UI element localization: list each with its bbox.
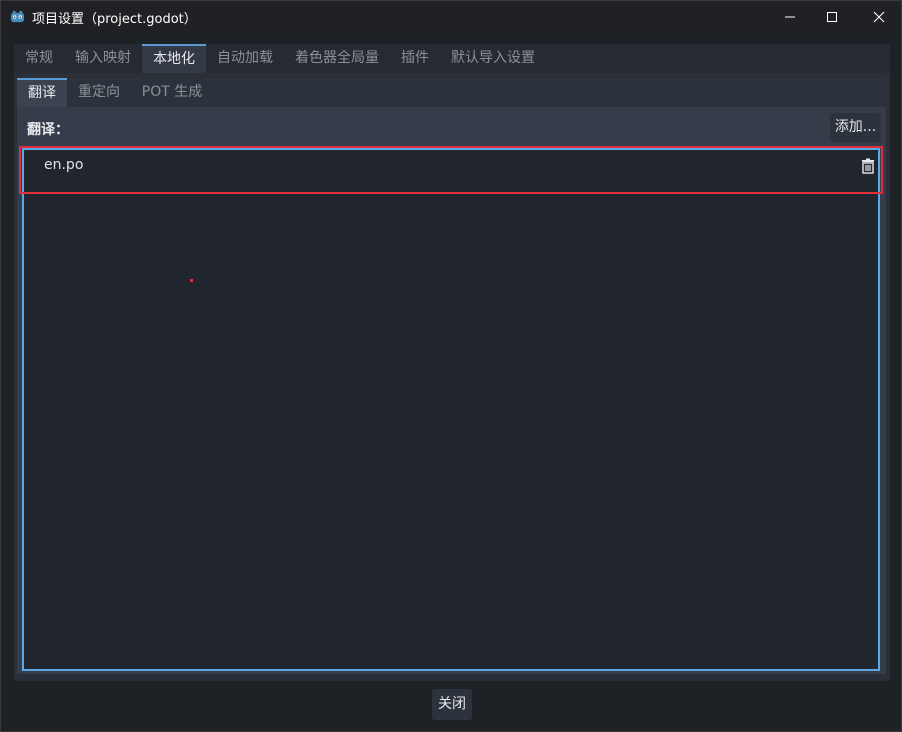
minimize-button[interactable]: [767, 1, 813, 33]
tab-plugins[interactable]: 插件: [390, 44, 440, 73]
main-tab-bar: 常规 输入映射 本地化 自动加载 着色器全局量 插件 默认导入设置: [14, 44, 890, 73]
tab-shader-globals[interactable]: 着色器全局量: [284, 44, 390, 73]
tab-autoload[interactable]: 自动加载: [206, 44, 284, 73]
close-window-button[interactable]: [856, 1, 902, 33]
translations-header: 翻译： 添加...: [17, 111, 886, 144]
localization-subtab-bar: 翻译 重定向 POT 生成: [17, 78, 886, 107]
close-button[interactable]: 关闭: [432, 689, 472, 720]
trash-icon[interactable]: [860, 158, 876, 174]
translations-label: 翻译：: [27, 122, 69, 138]
tab-localization[interactable]: 本地化: [142, 44, 206, 73]
localization-content: 翻译 重定向 POT 生成 翻译： 添加... en.po: [17, 78, 886, 674]
project-settings-window: 项目设置（project.godot） 常规 输入映射 本地化 自动加载 着色器…: [0, 0, 902, 732]
godot-app-icon: [10, 10, 25, 23]
list-item[interactable]: en.po: [19, 146, 883, 194]
window-title: 项目设置（project.godot）: [32, 12, 197, 27]
cursor-marker: [190, 279, 193, 282]
tab-general[interactable]: 常规: [14, 44, 64, 73]
maximize-icon: [827, 12, 837, 22]
add-translation-button[interactable]: 添加...: [830, 113, 881, 142]
minimize-icon: [785, 16, 795, 18]
tab-import-defaults[interactable]: 默认导入设置: [440, 44, 546, 73]
subtab-remaps[interactable]: 重定向: [67, 78, 131, 107]
translations-file-list[interactable]: en.po: [19, 146, 883, 671]
subtab-pot-generation[interactable]: POT 生成: [131, 78, 213, 107]
subtab-translations[interactable]: 翻译: [17, 78, 67, 107]
close-icon: [873, 11, 885, 23]
settings-panel: 常规 输入映射 本地化 自动加载 着色器全局量 插件 默认导入设置 翻译 重定向…: [14, 44, 890, 681]
maximize-button[interactable]: [809, 1, 855, 33]
title-bar[interactable]: 项目设置（project.godot）: [1, 1, 901, 33]
file-name: en.po: [44, 157, 84, 173]
tab-input-map[interactable]: 输入映射: [64, 44, 142, 73]
